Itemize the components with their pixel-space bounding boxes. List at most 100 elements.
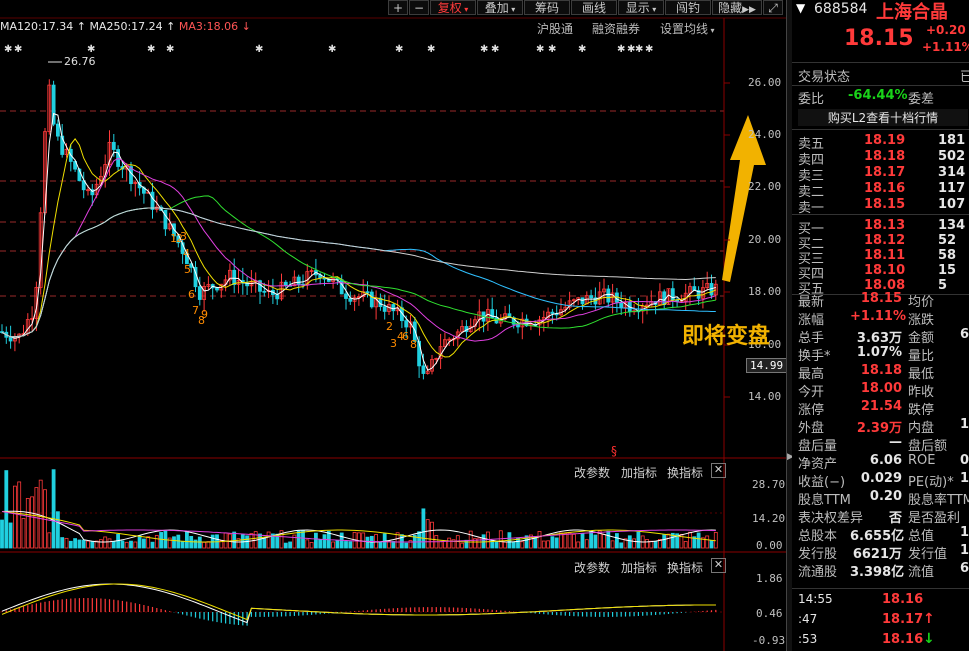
volume-bar [60,537,65,549]
stat-value: 0 [960,453,969,468]
candle-body [111,141,116,150]
volume-bar [322,534,327,549]
td-count-marker: 6 [188,288,195,301]
macd-edit-params-button[interactable]: 改参数 [574,559,610,576]
volume-bar [662,534,667,549]
candle-body [365,291,370,294]
stat-label: 净资产 [798,457,838,472]
macd-axis-low: -0.93 [752,634,786,647]
stat-value: 6.06 [869,453,902,468]
candle-body [283,281,288,286]
stat-label: 盘后量 [798,439,838,454]
macd-indicator [1,583,717,626]
signal-star-icon: ✱ [645,44,653,55]
order-level-price: 18.17 [864,165,906,180]
volume-bar [391,541,396,549]
stat-label: 发行值 [908,547,948,562]
signal-star-icon: ✱ [166,44,174,55]
close-icon[interactable]: ✕ [711,558,726,573]
close-icon[interactable]: ✕ [711,463,726,478]
volume-bar [636,531,641,549]
volume-bar [296,530,301,549]
volume-bar [301,530,305,549]
stat-label: 收益(−) [798,475,846,490]
signal-star-icon: ✱ [617,44,625,55]
divider [792,588,969,589]
stat-label: 股息TTM [798,493,851,508]
volume-bar [159,532,164,549]
stat-label: 股息率TTM [908,493,969,508]
dividend-marker-icon: § [611,444,617,458]
volume-bar [120,540,125,549]
divider [792,62,969,63]
volume-bar [442,540,447,549]
arrow-down-icon: ↓ [923,631,935,647]
volume-bar [202,541,207,549]
volume-bar [21,518,26,549]
stat-label: 金额 [908,331,935,346]
vol-axis-zero: 0.00 [756,539,783,552]
volume-bar [133,541,138,549]
stat-value: 1 [960,471,969,486]
candle-body [232,269,237,285]
stat-value: 1 [960,417,969,432]
volume-bar [0,519,4,549]
volume-bar [520,541,525,549]
volume-bar [154,535,159,549]
stat-value: — [889,435,902,450]
volume-bar [404,542,409,549]
menu-icon[interactable]: ▼ [796,1,805,15]
stat-label: 换手* [798,349,831,364]
candle-body [675,299,679,302]
stat-label: 昨收 [908,385,935,400]
signal-star-icon: ✱ [87,44,95,55]
volume-bar [615,533,619,549]
signal-star-icon: ✱ [328,44,336,55]
order-level-volume: 52 [938,233,957,248]
signal-star-icon: ✱ [395,44,403,55]
order-level-price: 18.10 [864,263,906,278]
stat-value: 61 [960,561,969,576]
order-level-price: 18.12 [864,233,906,248]
order-level-price: 18.11 [864,248,906,263]
volume-bar [430,521,434,549]
stat-value: 12 [960,543,969,558]
volume-bar [580,533,585,549]
kline-chart[interactable]: ✱ ✱ ✱ ✱ ✱ ✱ ✱ ✱ ✱ ✱ ✱ ✱ ✱ ✱ ✱ ✱ ✱ ✱ 1 2345678923468§ [0,0,792,651]
stat-label: 最新 [798,295,825,310]
volume-bar [8,522,13,549]
volume-bar [184,531,189,549]
vol-edit-params-button[interactable]: 改参数 [574,464,610,481]
weibi-label: 委比 [798,92,825,107]
volume-bar [331,541,336,549]
stat-value: 18.15 [860,291,902,306]
order-level-volume: 107 [938,197,966,212]
candle-body [421,365,426,374]
volume-bar [197,536,202,549]
signal-star-icon: ✱ [578,44,586,55]
tick-time: :47 [798,612,818,626]
vol-change-indicator-button[interactable]: 换指标 [667,464,703,481]
volume-bar [602,534,606,549]
volume-bar [541,540,546,549]
stat-label: 内盘 [908,421,935,436]
stat-value: 3.398亿 [850,565,905,580]
volume-bar [129,540,133,549]
vol-add-indicator-button[interactable]: 加指标 [621,464,657,481]
macd-change-indicator-button[interactable]: 换指标 [667,559,703,576]
macd-add-indicator-button[interactable]: 加指标 [621,559,657,576]
volume-bar [567,532,572,549]
volume-bar [77,539,82,549]
volume-bar [30,496,35,549]
stat-value: 3.63万 [856,331,902,346]
candle-body [339,279,344,295]
l2-purchase-link[interactable]: 购买L2查看十档行情 [798,109,968,126]
tick-price: 18.16 [882,592,924,607]
stat-label: 外盘 [798,421,825,436]
ma-line [1,157,716,342]
volume-bar [141,538,146,549]
volume-bar [619,542,624,549]
volume-bar [554,537,559,549]
volume-bar [12,485,17,549]
tick-time: 14:55 [798,592,833,606]
